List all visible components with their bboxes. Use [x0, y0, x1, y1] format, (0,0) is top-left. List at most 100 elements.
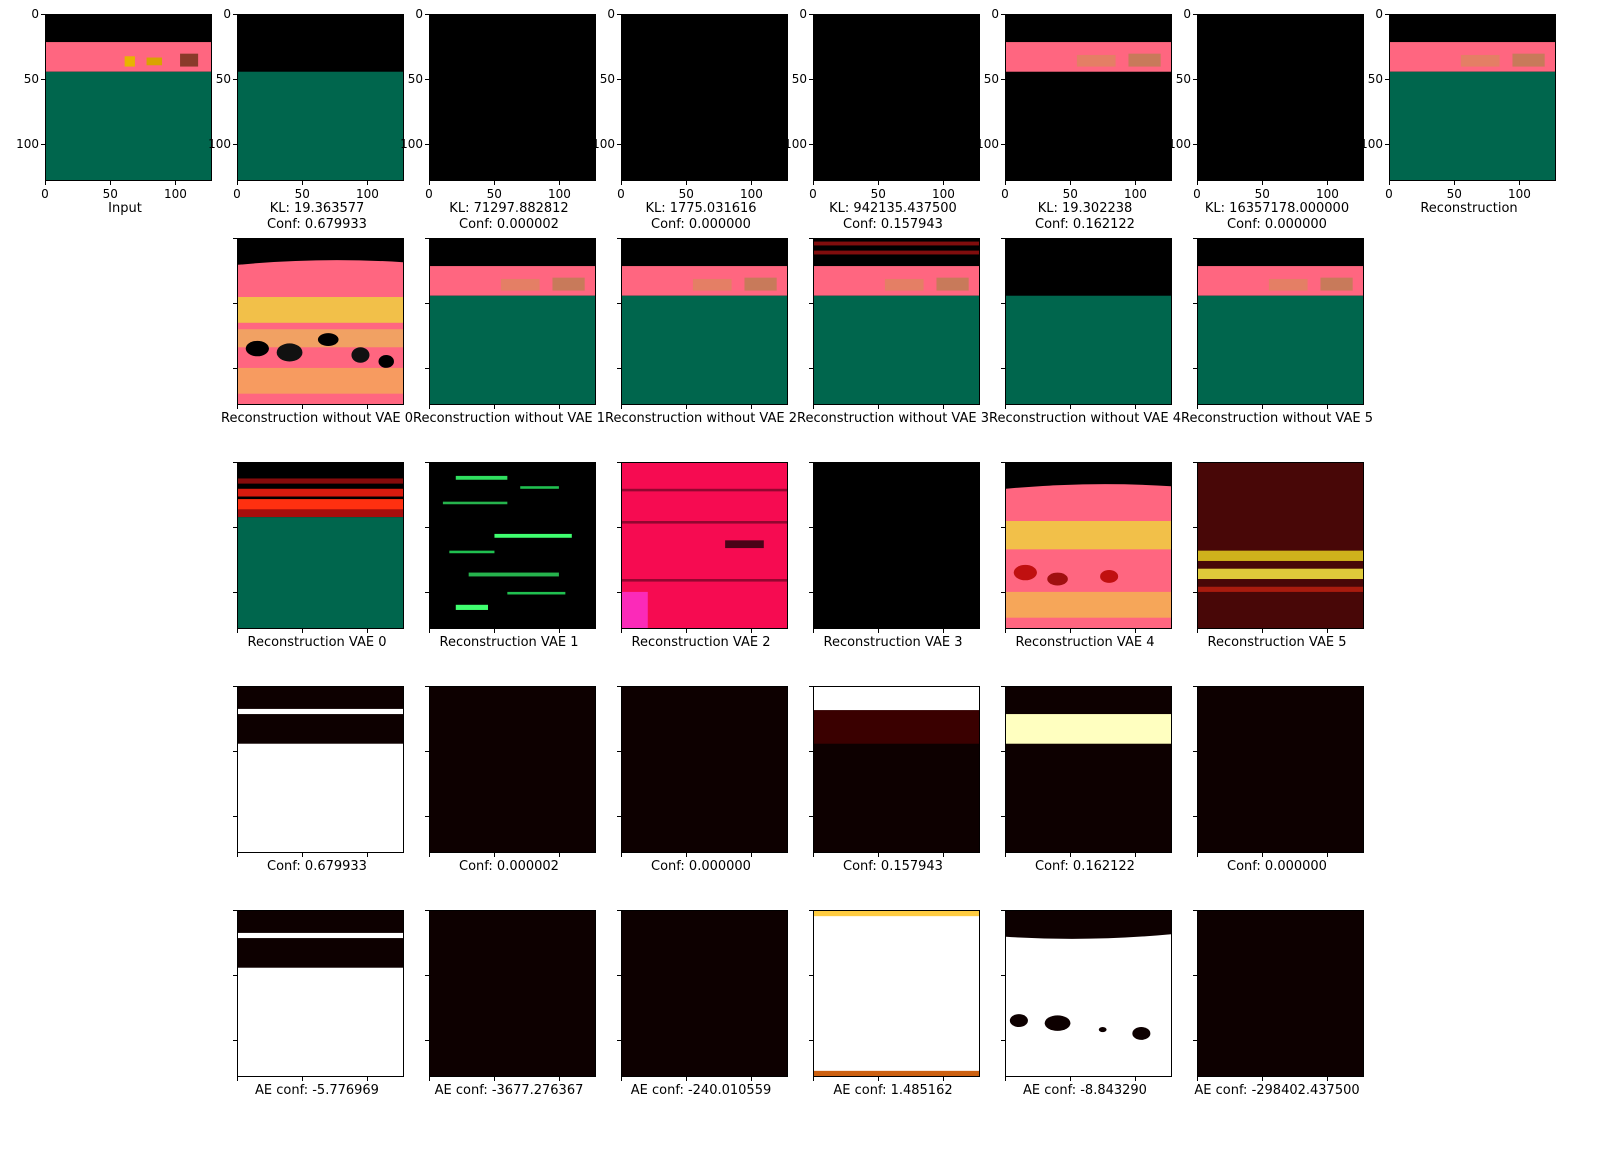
recon-without-vae0-image — [237, 238, 404, 405]
x-tick-label: 100 — [1316, 187, 1339, 201]
vae0-output-image — [237, 14, 404, 181]
y-tick — [233, 751, 237, 753]
x-tick — [1197, 181, 1198, 185]
y-tick — [617, 527, 621, 529]
x-tick-label: 50 — [1446, 187, 1462, 201]
caption-ae-conf-vae3: AE conf: 1.485162 — [833, 1083, 953, 1098]
x-tick — [813, 181, 814, 185]
x-tick — [1135, 405, 1137, 409]
x-tick-label: 0 — [1001, 187, 1009, 201]
y-tick — [809, 975, 813, 977]
y-tick — [1193, 751, 1197, 753]
y-tick-label: 100 — [208, 137, 231, 152]
y-tick — [809, 592, 813, 594]
x-tick — [429, 629, 430, 633]
x-tick-label: 0 — [617, 187, 625, 201]
y-tick-label: 50 — [983, 72, 999, 87]
y-tick — [809, 1040, 813, 1042]
y-tick — [617, 368, 621, 370]
y-tick — [425, 462, 429, 463]
x-tick — [621, 1077, 622, 1081]
x-tick-label: 50 — [294, 187, 310, 201]
y-tick — [425, 910, 429, 911]
x-tick — [429, 181, 430, 185]
y-tick — [1001, 592, 1005, 594]
x-tick — [1327, 181, 1329, 185]
y-tick — [617, 144, 621, 146]
x-tick — [429, 405, 430, 409]
recon-vae5-image — [1197, 462, 1364, 629]
y-tick — [809, 751, 813, 753]
y-tick — [233, 910, 237, 911]
x-tick-label: 0 — [1193, 187, 1201, 201]
x-tick — [494, 1077, 496, 1081]
x-tick — [429, 853, 430, 857]
x-tick — [1005, 853, 1006, 857]
x-tick — [1327, 629, 1329, 633]
y-tick — [617, 975, 621, 977]
recon-without-vae1-image — [429, 238, 596, 405]
y-tick — [617, 910, 621, 911]
ae-conf-map-vae5 — [1197, 910, 1364, 1077]
y-tick — [1001, 910, 1005, 911]
x-tick — [686, 629, 688, 633]
caption-recon-vae4: Reconstruction VAE 4 — [1015, 635, 1155, 650]
y-tick — [809, 686, 813, 687]
x-tick — [367, 629, 369, 633]
caption-recon-without-vae1: Reconstruction without VAE 1 — [413, 411, 605, 426]
x-tick — [45, 181, 46, 185]
recon-without-vae5-image — [1197, 238, 1364, 405]
recon-vae3-image — [813, 462, 980, 629]
y-tick-label: 0 — [415, 7, 423, 21]
x-tick — [1070, 181, 1072, 185]
y-tick — [233, 303, 237, 305]
caption-recon-vae5: Reconstruction VAE 5 — [1207, 635, 1347, 650]
ae-conf-map-vae4 — [1005, 910, 1172, 1077]
y-tick — [809, 368, 813, 370]
x-tick — [1005, 629, 1006, 633]
x-tick — [1070, 405, 1072, 409]
vae2-output-image — [621, 14, 788, 181]
conf-map-vae0 — [237, 686, 404, 853]
x-tick — [302, 181, 304, 185]
caption-ae-conf-vae2: AE conf: -240.010559 — [630, 1083, 772, 1098]
recon-without-vae3-image — [813, 238, 980, 405]
x-tick — [494, 405, 496, 409]
caption-vae3-output: KL: 942135.437500 Conf: 0.157943 — [829, 201, 957, 232]
conf-map-vae5 — [1197, 686, 1364, 853]
y-tick — [809, 79, 813, 81]
y-tick — [617, 462, 621, 463]
x-tick — [559, 405, 561, 409]
caption-vae5-output: KL: 16357178.000000 Conf: 0.000000 — [1204, 201, 1350, 232]
caption-conf-vae2: Conf: 0.000000 — [651, 859, 751, 874]
y-tick-label: 50 — [407, 72, 423, 87]
y-tick — [41, 144, 45, 146]
x-tick — [878, 1077, 880, 1081]
x-tick — [1005, 405, 1006, 409]
y-tick — [1193, 79, 1197, 81]
x-tick — [367, 181, 369, 185]
vae4-output-image — [1005, 14, 1172, 181]
x-tick — [1327, 853, 1329, 857]
caption-recon-without-vae2: Reconstruction without VAE 2 — [605, 411, 797, 426]
x-tick — [494, 629, 496, 633]
x-tick — [1262, 1077, 1264, 1081]
caption-recon-without-vae4: Reconstruction without VAE 4 — [989, 411, 1181, 426]
x-tick — [302, 853, 304, 857]
caption-recon-vae3: Reconstruction VAE 3 — [823, 635, 963, 650]
x-tick — [621, 181, 622, 185]
x-tick — [686, 405, 688, 409]
x-tick — [621, 405, 622, 409]
y-tick — [1001, 975, 1005, 977]
x-tick-label: 0 — [1385, 187, 1393, 201]
y-tick-label: 0 — [31, 7, 39, 21]
x-tick — [943, 1077, 945, 1081]
x-tick — [1197, 853, 1198, 857]
x-tick — [302, 1077, 304, 1081]
y-tick — [1193, 1040, 1197, 1042]
y-tick — [425, 975, 429, 977]
y-tick-label: 100 — [1360, 137, 1383, 152]
x-tick-label: 50 — [870, 187, 886, 201]
y-tick-label: 100 — [976, 137, 999, 152]
y-tick — [1193, 238, 1197, 239]
